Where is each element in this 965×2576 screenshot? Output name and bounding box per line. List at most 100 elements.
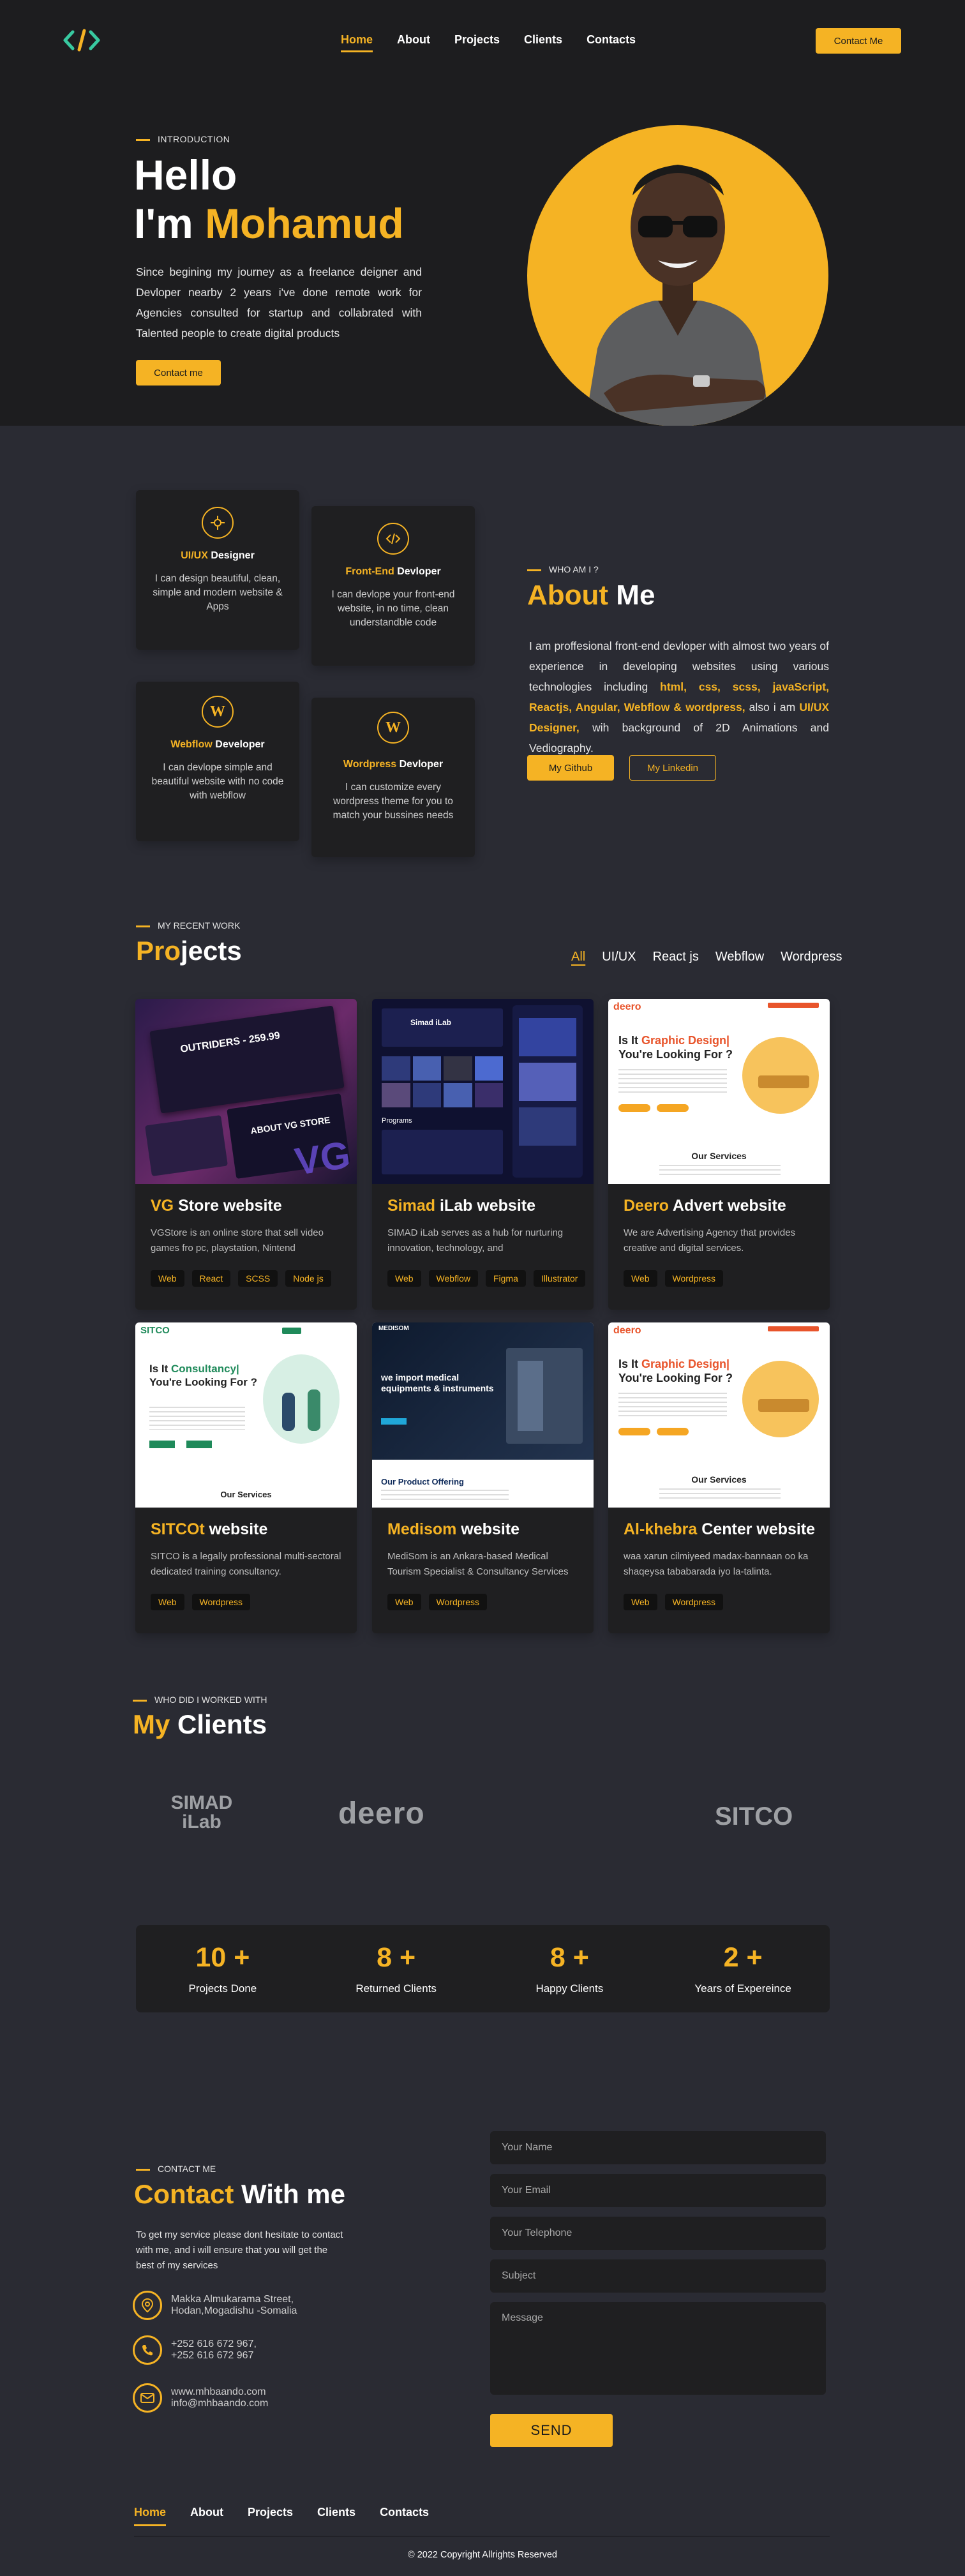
header-contact-button[interactable]: Contact Me [816,28,901,54]
webflow-icon: W [202,696,234,728]
pen-tool-icon [202,507,234,539]
project-card-alkhebra[interactable]: deero Is It Graphic Design| You're Lookin… [608,1322,830,1633]
project-description: SIMAD iLab serves as a hub for nurturing… [387,1227,564,1254]
hero-description: Since begining my journey as a freelance… [136,266,422,340]
contact-phone: +252 616 672 967, +252 616 672 967 [133,2335,257,2365]
phone-field[interactable] [490,2217,826,2250]
project-card-simad[interactable]: Simad iLab Programs Simad iLab website S… [372,999,594,1310]
location-pin-icon [133,2291,162,2320]
tag: Wordpress [428,1594,487,1610]
project-card-vgstore[interactable]: OUTRIDERS - 259.99 ABOUT VG STORE VG VG … [135,999,357,1310]
service-card-wordpress: W Wordpress Devloper I can customize eve… [311,698,475,857]
nav-contacts[interactable]: Contacts [587,33,636,52]
tag: Illustrator [533,1270,586,1287]
contact-address: Makka Almukarama Street, Hodan,Mogadishu … [133,2291,297,2320]
tag: Webflow [428,1270,478,1287]
project-screenshot: MEDISOM we import medical equipments & i… [372,1322,594,1508]
project-title: Deero Advert website [624,1197,786,1215]
linkedin-button[interactable]: My Linkedin [629,755,716,781]
filter-react[interactable]: React js [653,950,699,964]
about-description: I am proffesional front-end devloper wit… [529,640,830,754]
project-title: SITCOt website [151,1520,268,1538]
project-screenshot: Simad iLab Programs [372,999,594,1184]
tag: Web [387,1594,421,1610]
service-description: I can devlope your front-end website, in… [331,589,455,628]
contact-label: CONTACT ME [136,2164,216,2174]
projects-label: MY RECENT WORK [136,920,240,931]
projects-title: Projects [136,936,242,966]
wordpress-icon: W [377,712,409,744]
project-title: Al-khebra Center website [624,1520,816,1538]
service-card-webflow: W Webflow Developer I can devlope simple… [136,682,299,841]
footer-nav: Home About Projects Clients Contacts [134,2506,453,2526]
service-title: Wordpress Devloper [343,759,444,770]
project-description: MediSom is an Ankara-based Medical Touri… [387,1551,569,1577]
nav-clients[interactable]: Clients [524,33,562,52]
contact-title: Contact With me [134,2179,345,2209]
project-tags: Web Wordpress [624,1594,814,1610]
tag: Web [151,1594,184,1610]
phone-icon [133,2335,162,2365]
hero-name: Mohamud [205,200,404,247]
subject-field[interactable] [490,2259,826,2293]
stat-returned-clients: 8 + Returned Clients [355,1942,437,1995]
tag: Web [624,1270,657,1287]
filter-webflow[interactable]: Webflow [715,950,764,964]
about-label: WHO AM I ? [527,564,599,574]
project-filters: All UI/UX React js Webflow Wordpress [571,950,842,964]
service-title: UI/UX Designer [181,550,255,561]
project-screenshot: deero Is It Graphic Design| You're Lookin… [608,1322,830,1508]
nav-projects[interactable]: Projects [454,33,500,52]
main-nav: Home About Projects Clients Contacts [341,33,660,52]
tag: Web [387,1270,421,1287]
tag: Web [624,1594,657,1610]
contact-email: www.mhbaando.com info@mhbaando.com [133,2383,268,2413]
name-field[interactable] [490,2131,826,2164]
filter-uiux[interactable]: UI/UX [602,950,636,964]
message-field[interactable] [490,2302,826,2395]
filter-all[interactable]: All [571,950,585,964]
nav-home[interactable]: Home [341,33,373,52]
profile-photo [527,125,828,426]
footer-nav-home[interactable]: Home [134,2506,167,2526]
stat-happy-clients: 8 + Happy Clients [535,1942,604,1995]
footer-nav-about[interactable]: About [190,2506,223,2526]
project-tags: Web Webflow Figma Illustrator [387,1270,586,1287]
service-description: I can customize every wordpress theme fo… [333,782,454,821]
project-tags: Web Wordpress [151,1594,341,1610]
service-description: I can devlope simple and beautiful websi… [151,762,284,801]
code-logo-icon[interactable] [63,28,101,52]
tag: Node js [285,1270,331,1287]
service-description: I can design beautiful, clean, simple an… [153,573,283,612]
filter-wordpress[interactable]: Wordpress [781,950,842,964]
project-screenshot: deero Is It Graphic Design| You're Lookin… [608,999,830,1184]
stats-panel: 10 + Projects Done 8 + Returned Clients … [136,1925,830,2012]
project-card-deero[interactable]: deero Is It Graphic Design| You're Lookin… [608,999,830,1310]
email-field[interactable] [490,2174,826,2207]
project-card-sitco[interactable]: SITCO Is It Consultancy| You're Looking F… [135,1322,357,1633]
project-tags: Web React SCSS Node js [151,1270,341,1287]
footer-nav-contacts[interactable]: Contacts [380,2506,429,2526]
about-title: About Me [527,580,655,611]
service-title: Front-End Devloper [345,566,441,577]
project-description: We are Advertising Agency that provides … [624,1227,796,1254]
hero-heading: Hello I'm Mohamud [134,151,404,248]
project-title: VG Store website [151,1197,282,1215]
footer-nav-projects[interactable]: Projects [248,2506,293,2526]
tag: Web [151,1270,184,1287]
client-logo-simad: SIMAD iLab [170,1792,233,1832]
hero-contact-button[interactable]: Contact me [136,360,221,386]
project-tags: Web Wordpress [624,1270,814,1287]
hero-name-line: I'm Mohamud [134,200,404,247]
hero-section: Home About Projects Clients Contacts Con… [0,0,965,426]
tag: React [191,1270,231,1287]
github-button[interactable]: My Github [527,755,614,781]
project-card-medisom[interactable]: MEDISOM we import medical equipments & i… [372,1322,594,1633]
nav-about[interactable]: About [397,33,430,52]
project-title: Simad iLab website [387,1197,536,1215]
code-icon [377,523,409,555]
stat-projects: 10 + Projects Done [188,1942,257,1995]
send-button[interactable]: SEND [490,2414,613,2447]
footer-nav-clients[interactable]: Clients [317,2506,355,2526]
project-title: Medisom website [387,1520,520,1538]
